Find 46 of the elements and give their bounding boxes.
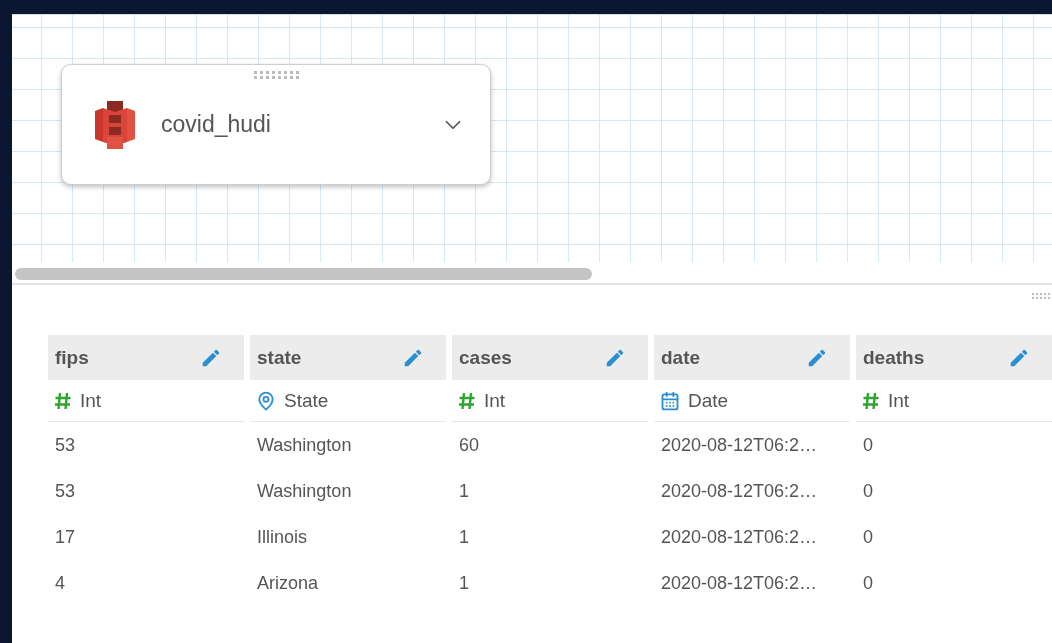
table-cell: 4 xyxy=(55,572,65,594)
column-header[interactable]: fips xyxy=(48,335,244,380)
table-cell: 2020-08-12T06:2… xyxy=(661,526,818,548)
table-cell: 2020-08-12T06:2… xyxy=(661,480,818,502)
column-name: fips xyxy=(55,346,89,369)
column-header[interactable]: deaths xyxy=(856,335,1052,380)
bucket-logo-icon xyxy=(95,100,135,149)
table-cell: 1 xyxy=(459,572,469,594)
column-type[interactable]: Int xyxy=(80,389,102,412)
table-cell: 53 xyxy=(55,434,76,456)
scrollbar-thumb[interactable] xyxy=(15,268,592,280)
calendar-icon xyxy=(660,390,680,411)
column-type[interactable]: State xyxy=(284,389,329,412)
table-cell: 0 xyxy=(863,572,873,594)
column-type[interactable]: Date xyxy=(688,389,729,412)
table-cell: 0 xyxy=(863,480,873,502)
table-cell: Washington xyxy=(257,434,352,456)
column-type[interactable]: Int xyxy=(484,389,506,412)
table-cell: 0 xyxy=(863,526,873,548)
column-name: cases xyxy=(459,346,512,369)
column-header[interactable]: date xyxy=(654,335,850,380)
table-cell: 2020-08-12T06:2… xyxy=(661,572,818,594)
table-cell: Arizona xyxy=(257,572,319,594)
map-pin-icon xyxy=(256,390,276,411)
hash-icon xyxy=(862,391,880,410)
table-cell: 1 xyxy=(459,480,469,502)
column-name: date xyxy=(661,346,701,369)
hash-icon xyxy=(54,391,72,410)
column-header[interactable]: state xyxy=(250,335,446,380)
hash-icon xyxy=(458,391,476,410)
table-cell: 0 xyxy=(863,434,873,456)
table-cell: 2020-08-12T06:2… xyxy=(661,434,818,456)
column-name: deaths xyxy=(863,346,925,369)
dataset-name: covid_hudi xyxy=(161,111,272,138)
resize-handle-icon[interactable] xyxy=(1032,293,1052,301)
table-cell: 1 xyxy=(459,526,469,548)
column-header[interactable]: cases xyxy=(452,335,648,380)
table-cell: Washington xyxy=(257,480,352,502)
drag-handle-icon[interactable] xyxy=(254,71,300,81)
dataset-card[interactable]: covid_hudi xyxy=(61,64,491,185)
column-type[interactable]: Int xyxy=(888,389,910,412)
column-name: state xyxy=(257,346,302,369)
table-cell: 60 xyxy=(459,434,480,456)
table-cell: Illinois xyxy=(257,526,308,548)
table-cell: 53 xyxy=(55,480,76,502)
table-cell: 17 xyxy=(55,526,76,548)
